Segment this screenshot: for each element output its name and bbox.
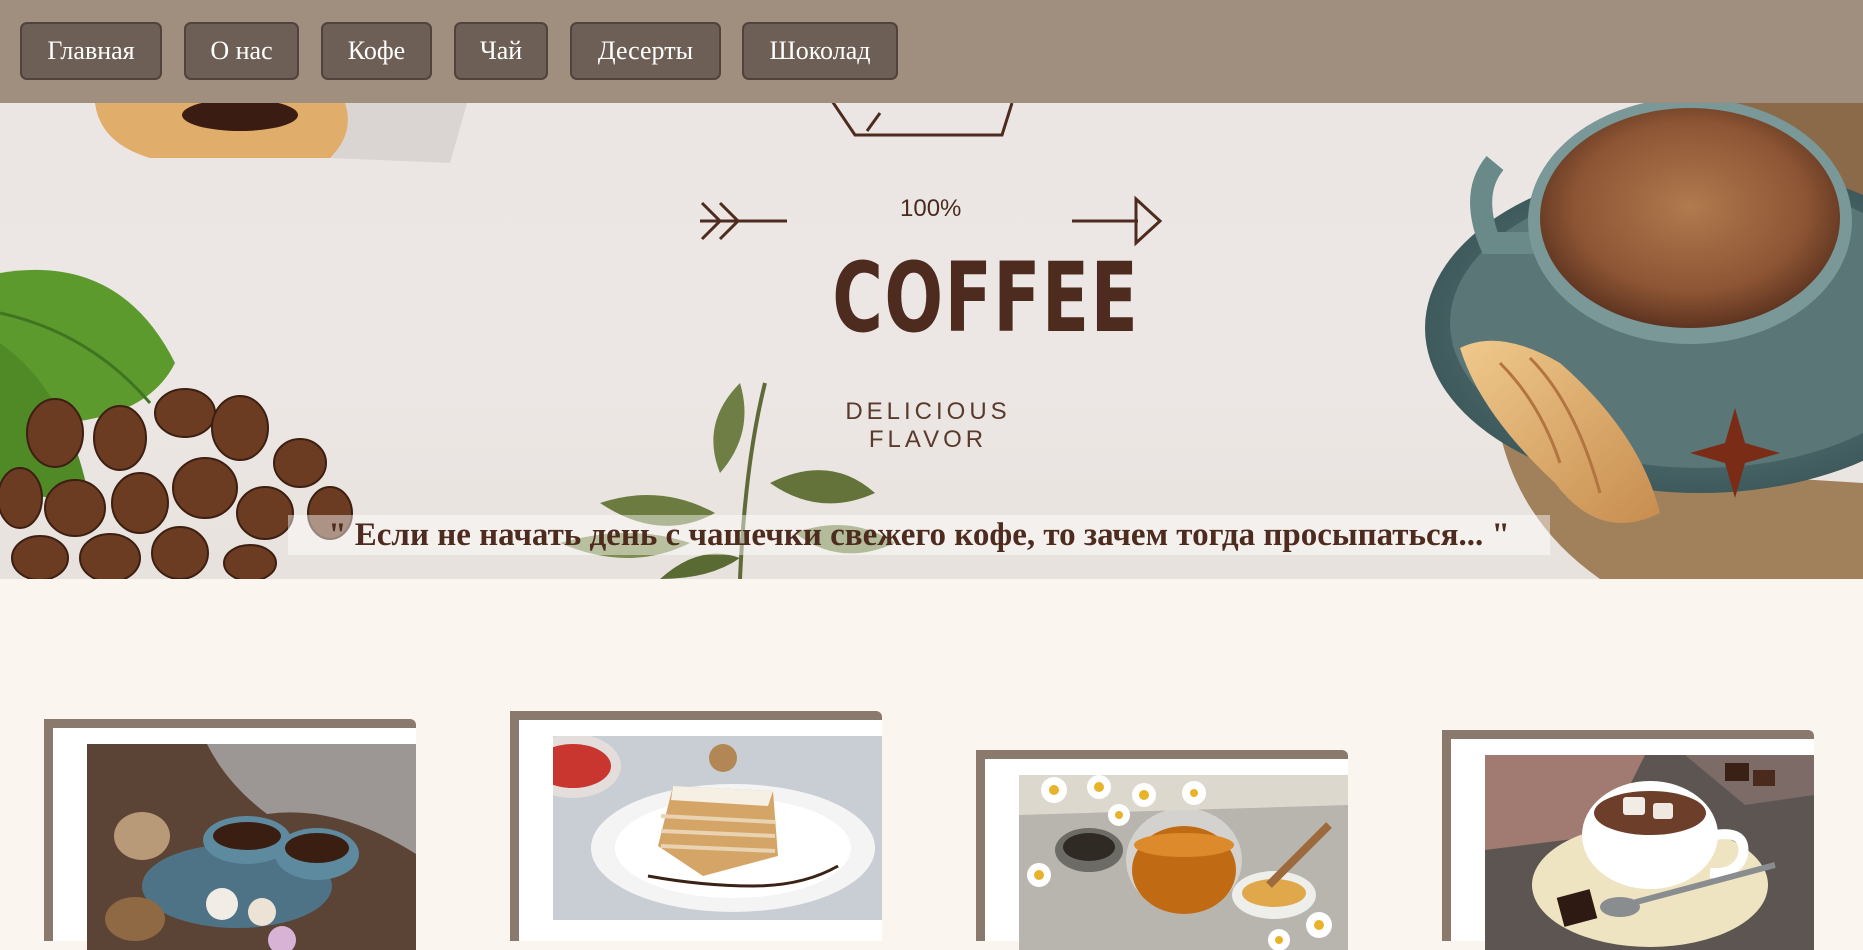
hero-banner: 100% COFFEE DELICIOUS FLAVOR " Если не н… [0, 103, 1863, 579]
product-card[interactable] [1442, 730, 1814, 950]
hero-quote: " Если не начать день с чашечки свежего … [288, 515, 1550, 555]
brand-badge: 100% [900, 195, 962, 222]
top-navbar: Главная О нас Кофе Чай Десерты Шоколад [0, 0, 1863, 103]
green-leaves-decoration [0, 269, 175, 503]
product-card[interactable] [976, 750, 1348, 950]
nav-tea-button[interactable]: Чай [454, 22, 548, 80]
brand-title: COFFEE [832, 242, 1140, 354]
nav-chocolate-button[interactable]: Шоколад [742, 22, 898, 80]
product-card[interactable] [44, 719, 416, 950]
nav-about-button[interactable]: О нас [184, 22, 299, 80]
coffee-cups-photo[interactable] [87, 744, 416, 950]
brand-subtitle: DELICIOUS FLAVOR [845, 398, 1011, 453]
hot-chocolate-photo[interactable] [1485, 755, 1814, 950]
product-card[interactable] [510, 711, 882, 941]
chamomile-tea-photo[interactable] [1019, 775, 1348, 950]
nav-home-button[interactable]: Главная [20, 22, 162, 80]
pastry-napkin-decoration [95, 103, 468, 163]
nav-desserts-button[interactable]: Десерты [570, 22, 721, 80]
nav-coffee-button[interactable]: Кофе [321, 22, 432, 80]
coffee-cup-decoration [1425, 103, 1863, 579]
cake-slice-photo[interactable] [553, 736, 882, 920]
